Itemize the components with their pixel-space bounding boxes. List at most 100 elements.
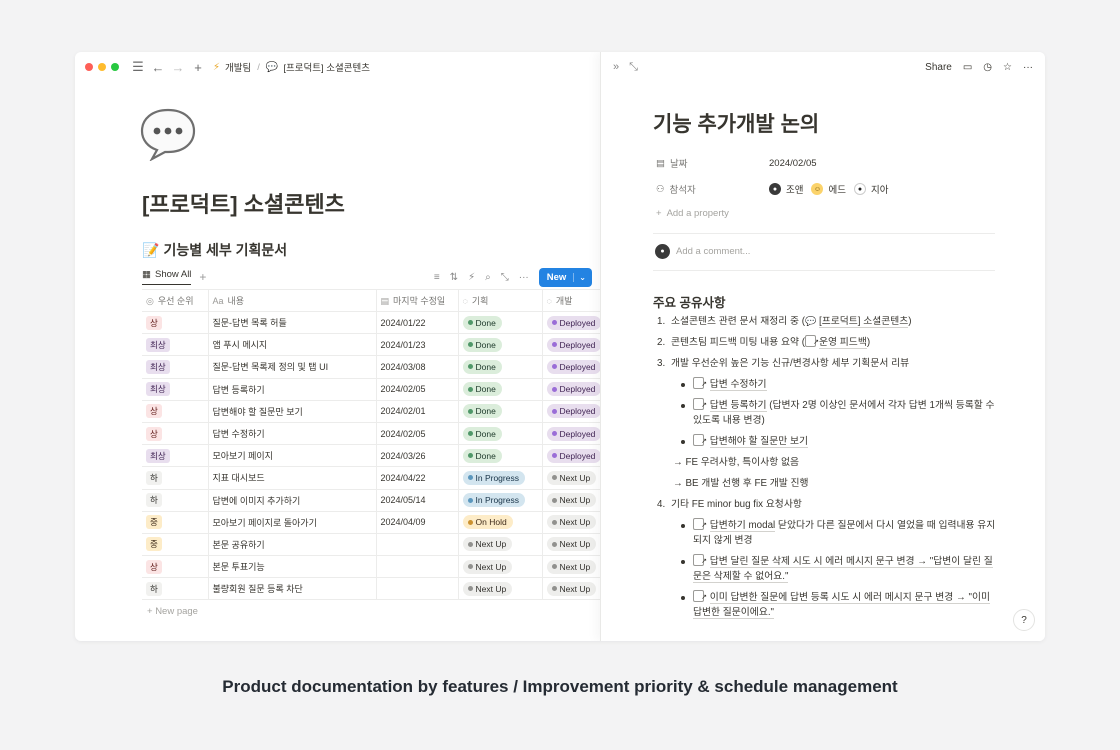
cell-planning-status[interactable]: Done xyxy=(457,400,542,423)
add-page-icon[interactable]: + xyxy=(189,58,207,76)
comment-input[interactable]: ● Add a comment... xyxy=(655,244,750,259)
table-row[interactable]: 중 모아보기 페이지로 돌아가기 2024/04/09 On Hold Next Up xyxy=(142,511,600,534)
cell-date[interactable]: 2024/02/05 xyxy=(375,422,458,446)
cell-title[interactable]: 답변해야 할 질문만 보기 xyxy=(207,400,376,423)
cell-date[interactable] xyxy=(375,555,458,579)
table-row[interactable]: 최상 질문-답변 목록제 정의 및 탭 UI 2024/03/08 Done Deplo… xyxy=(142,355,600,379)
cell-development-status[interactable]: Deployed xyxy=(541,422,600,446)
cell-development-status[interactable]: Next Up xyxy=(541,489,600,512)
section-heading[interactable]: 주요 공유사항 xyxy=(653,292,725,311)
cell-date[interactable]: 2024/03/26 xyxy=(375,444,458,468)
cell-development-status[interactable]: Next Up xyxy=(541,533,600,557)
cell-priority[interactable]: 하 xyxy=(142,577,208,601)
arrow-note[interactable]: → FE 우려사항, 특이사항 없음 xyxy=(657,455,997,470)
cell-development-status[interactable]: Deployed xyxy=(541,355,600,379)
close-window-button[interactable] xyxy=(85,63,93,71)
open-full-page-icon[interactable]: ⤡ xyxy=(629,61,638,74)
cell-priority[interactable]: 하 xyxy=(142,466,208,490)
forward-arrow-icon[interactable]: → xyxy=(169,58,187,76)
cell-priority[interactable]: 최상 xyxy=(142,355,208,379)
cell-priority[interactable]: 최상 xyxy=(142,333,208,357)
cell-priority[interactable]: 중 xyxy=(142,533,208,557)
cell-title[interactable]: 답변에 이미지 추가하기 xyxy=(207,489,376,512)
cell-development-status[interactable]: Deployed xyxy=(541,400,600,423)
more-options-icon[interactable]: ··· xyxy=(519,272,529,283)
cell-planning-status[interactable]: Next Up xyxy=(457,533,542,557)
list-item[interactable]: 답변 달린 질문 삭제 시도 시 에러 메시지 문구 변경 → "답변이 달린 … xyxy=(657,554,997,584)
column-header-last-edited[interactable]: ▤ 마지막 수정일 xyxy=(375,289,458,312)
table-row[interactable]: 최상 앱 푸시 메시지 2024/01/23 Done Deployed xyxy=(142,333,600,357)
page-title[interactable]: [프로덕트] 소셜콘텐츠 xyxy=(142,187,345,219)
more-options-icon[interactable]: ··· xyxy=(1023,62,1033,73)
expand-icon[interactable]: ⤡ xyxy=(501,272,509,283)
cell-development-status[interactable]: Deployed xyxy=(541,378,600,401)
cell-development-status[interactable]: Next Up xyxy=(541,577,600,601)
favorite-star-icon[interactable]: ☆ xyxy=(1003,62,1012,73)
cell-planning-status[interactable]: Done xyxy=(457,333,542,357)
chevron-down-icon[interactable]: ⌄ xyxy=(573,272,586,282)
cell-development-status[interactable]: Deployed xyxy=(541,444,600,468)
cell-development-status[interactable]: Deployed xyxy=(541,311,600,335)
cell-priority[interactable]: 최상 xyxy=(142,444,208,468)
page-link[interactable]: 답변 수정하기 xyxy=(709,379,767,391)
cell-date[interactable]: 2024/02/01 xyxy=(375,400,458,423)
add-view-icon[interactable]: + xyxy=(199,270,206,284)
cell-planning-status[interactable]: Done xyxy=(457,355,542,379)
cell-title[interactable]: 지표 대시보드 xyxy=(207,466,376,490)
cell-planning-status[interactable]: Done xyxy=(457,378,542,401)
property-attendees[interactable]: ⚇ 참석자 ● 조앤 ☺ 에드 ● 지아 xyxy=(656,182,888,196)
sort-icon[interactable]: ⇅ xyxy=(450,272,458,283)
cell-development-status[interactable]: Next Up xyxy=(541,511,600,534)
database-title[interactable]: 📝 기능별 세부 기획문서 xyxy=(142,240,287,260)
table-row[interactable]: 최상 답변 등록하기 2024/02/05 Done Deployed xyxy=(142,378,600,401)
add-property-button[interactable]: + Add a property xyxy=(656,208,729,219)
cell-date[interactable]: 2024/05/14 xyxy=(375,489,458,512)
cell-planning-status[interactable]: In Progress xyxy=(457,489,542,512)
list-item[interactable]: 답변하기 modal 닫았다가 다른 질문에서 다시 열었을 때 입력내용 유지… xyxy=(657,518,997,548)
cell-date[interactable]: 2024/04/09 xyxy=(375,511,458,534)
view-tab-show-all[interactable]: ▦ Show All xyxy=(142,269,192,285)
cell-priority[interactable]: 상 xyxy=(142,400,208,423)
table-row[interactable]: 상 답변해야 할 질문만 보기 2024/02/01 Done Deployed xyxy=(142,400,600,423)
cell-title[interactable]: 모아보기 페이지 xyxy=(207,444,376,468)
cell-date[interactable]: 2024/04/22 xyxy=(375,466,458,490)
page-link[interactable]: 답변 등록하기 xyxy=(709,400,767,412)
table-row[interactable]: 최상 모아보기 페이지 2024/03/26 Done Deployed xyxy=(142,444,600,468)
cell-date[interactable] xyxy=(375,533,458,557)
table-row[interactable]: 상 질문-답변 목록 허들 2024/01/22 Done Deployed xyxy=(142,311,600,335)
column-header-planning[interactable]: ◌ 기획 xyxy=(457,289,542,312)
search-icon[interactable]: ⌕ xyxy=(485,272,491,283)
filter-icon[interactable]: ≡ xyxy=(434,272,440,283)
cell-priority[interactable]: 최상 xyxy=(142,378,208,401)
cell-priority[interactable]: 하 xyxy=(142,489,208,512)
column-header-development[interactable]: ◌ 개발 xyxy=(541,289,600,312)
property-date[interactable]: ▤ 날짜 2024/02/05 xyxy=(656,156,817,171)
breadcrumb-page[interactable]: [프로덕트] 소셜콘텐츠 xyxy=(283,60,370,74)
page-link[interactable]: 이미 답변한 질문에 답변 등록 시도 시 에러 메시지 문구 변경 → "이미… xyxy=(693,592,991,619)
close-peek-icon[interactable]: » xyxy=(613,61,619,73)
cell-title[interactable]: 답변 등록하기 xyxy=(207,378,376,401)
comments-icon[interactable]: ▭ xyxy=(963,62,972,73)
table-row[interactable]: 상 답변 수정하기 2024/02/05 Done Deployed xyxy=(142,422,600,446)
cell-date[interactable]: 2024/03/08 xyxy=(375,355,458,379)
cell-title[interactable]: 질문-답변 목록제 정의 및 탭 UI xyxy=(207,355,376,379)
cell-date[interactable] xyxy=(375,577,458,601)
maximize-window-button[interactable] xyxy=(111,63,119,71)
sidebar-menu-icon[interactable]: ☰ xyxy=(129,58,147,76)
cell-title[interactable]: 본문 공유하기 xyxy=(207,533,376,557)
list-item[interactable]: 2. 콘텐츠팀 피드백 미팅 내용 요약 (운영 피드백) xyxy=(657,335,997,350)
cell-planning-status[interactable]: Next Up xyxy=(457,555,542,579)
list-item[interactable]: 답변해야 할 질문만 보기 xyxy=(657,434,997,449)
new-page-button[interactable]: + New page xyxy=(147,606,198,617)
page-link[interactable]: 답변해야 할 질문만 보기 xyxy=(709,436,809,448)
list-item[interactable]: 3. 개발 우선순위 높은 기능 신규/변경사항 세부 기획문서 리뷰 xyxy=(657,356,997,371)
table-row[interactable]: 하 불량회원 질문 등록 차단 Next Up Next Up xyxy=(142,577,600,601)
list-item[interactable]: 답변 등록하기 (답변자 2명 이상인 문서에서 각자 답변 1개씩 등록할 수… xyxy=(657,398,997,428)
cell-title[interactable]: 질문-답변 목록 허들 xyxy=(207,311,376,335)
list-item[interactable]: 1. 소셜콘텐츠 관련 문서 재정리 중 (💬 [프로덕트] 소셜콘텐츠) xyxy=(657,314,997,329)
minimize-window-button[interactable] xyxy=(98,63,106,71)
new-record-button[interactable]: New ⌄ xyxy=(538,267,592,287)
cell-planning-status[interactable]: Done xyxy=(457,311,542,335)
cell-title[interactable]: 모아보기 페이지로 돌아가기 xyxy=(207,511,376,534)
cell-planning-status[interactable]: On Hold xyxy=(457,511,542,534)
